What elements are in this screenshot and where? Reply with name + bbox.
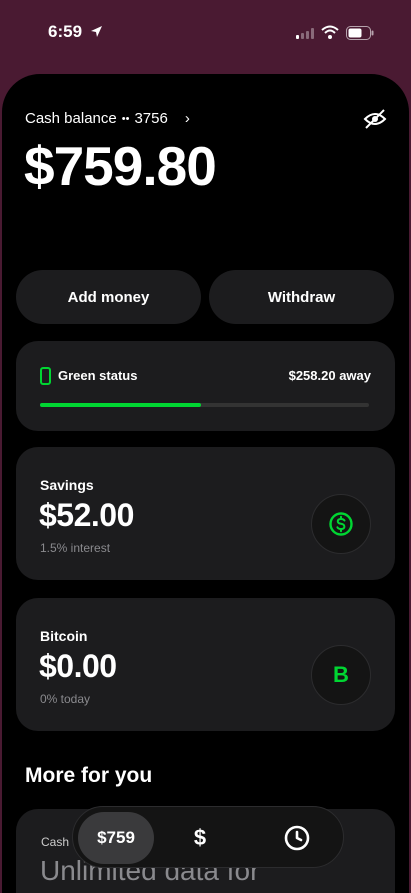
chevron-right-icon: › — [184, 110, 190, 127]
bitcoin-change: 0% today — [40, 692, 91, 706]
battery-icon — [346, 26, 374, 40]
savings-card[interactable]: Savings $52.00 1.5% interest — [16, 447, 395, 580]
savings-icon-circle — [311, 494, 371, 554]
bitcoin-card[interactable]: Bitcoin $0.00 0% today B — [16, 598, 395, 731]
bitcoin-icon: B — [333, 662, 349, 687]
savings-interest: 1.5% interest — [40, 541, 111, 555]
phone-icon — [40, 367, 51, 385]
signal-icon — [296, 28, 314, 39]
main-sheet: Cash balance •• 3756 › $759.80 Add money… — [2, 74, 409, 893]
green-status-away: $258.20 away — [288, 368, 371, 383]
more-for-you-heading: More for you — [25, 764, 153, 787]
bitcoin-amount: $0.00 — [39, 648, 117, 684]
tab-activity-clock-icon[interactable] — [281, 822, 313, 854]
status-time: 6:59 — [48, 22, 83, 41]
bitcoin-icon-circle: B — [311, 645, 371, 705]
withdraw-button[interactable]: Withdraw — [209, 270, 394, 324]
cash-balance-label: Cash balance — [25, 110, 117, 127]
bitcoin-title: Bitcoin — [40, 628, 88, 644]
savings-title: Savings — [40, 477, 94, 493]
green-status-card[interactable]: Green status $258.20 away — [16, 341, 395, 431]
cash-balance-header[interactable]: Cash balance •• 3756 › — [25, 110, 190, 127]
status-bar: 6:59 — [0, 0, 411, 68]
tab-balance[interactable]: $759 — [78, 812, 154, 864]
account-dots: •• — [121, 112, 130, 125]
dollar-circle-icon — [329, 512, 353, 536]
promo-label: Cash — [41, 835, 70, 849]
tab-pay-dollar-icon[interactable]: $ — [183, 821, 217, 855]
account-last4: 3756 — [134, 110, 168, 127]
green-status-label: Green status — [58, 368, 138, 383]
green-status-progress-track — [40, 403, 369, 407]
balance-amount: $759.80 — [24, 135, 217, 197]
green-status-progress-fill — [40, 403, 202, 407]
add-money-button[interactable]: Add money — [16, 270, 201, 324]
wifi-icon — [321, 25, 339, 39]
location-arrow-icon — [91, 26, 102, 37]
hide-balance-icon[interactable] — [363, 108, 387, 130]
savings-amount: $52.00 — [39, 497, 134, 533]
bottom-tab-bar: $759 $ — [72, 806, 344, 868]
